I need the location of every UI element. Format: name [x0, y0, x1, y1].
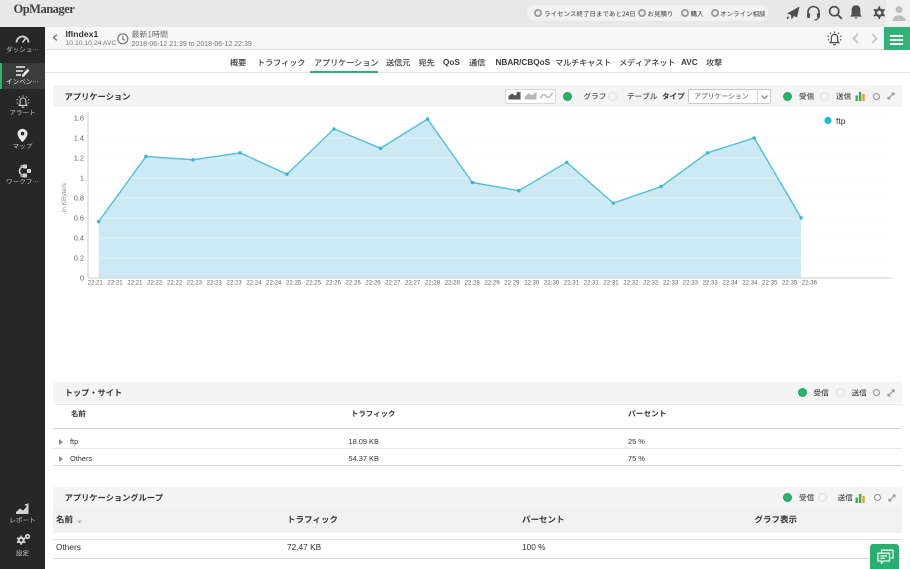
svg-text:1.4: 1.4 — [74, 133, 84, 142]
svg-text:22:25: 22:25 — [286, 280, 302, 287]
svg-text:1: 1 — [80, 173, 84, 182]
svg-text:22:32: 22:32 — [643, 280, 659, 287]
svg-text:0: 0 — [80, 273, 84, 282]
svg-text:22:27: 22:27 — [405, 280, 421, 287]
svg-text:in KByte/s: in KByte/s — [61, 183, 68, 212]
svg-text:22:29: 22:29 — [504, 280, 520, 287]
svg-text:22:23: 22:23 — [187, 280, 203, 287]
svg-text:22:34: 22:34 — [722, 280, 738, 287]
svg-text:22:26: 22:26 — [365, 280, 381, 287]
svg-text:22:24: 22:24 — [246, 280, 262, 287]
svg-text:22:26: 22:26 — [326, 280, 342, 287]
svg-text:22:36: 22:36 — [802, 280, 818, 287]
svg-text:22:34: 22:34 — [742, 280, 758, 287]
svg-text:1.6: 1.6 — [74, 113, 84, 122]
svg-text:22:33: 22:33 — [703, 280, 719, 287]
svg-text:22:21: 22:21 — [88, 280, 104, 287]
svg-text:0.6: 0.6 — [74, 213, 84, 222]
svg-text:22:23: 22:23 — [226, 280, 242, 287]
svg-text:22:35: 22:35 — [782, 280, 798, 287]
svg-text:0.8: 0.8 — [74, 193, 84, 202]
svg-text:22:33: 22:33 — [683, 280, 699, 287]
svg-text:22:28: 22:28 — [465, 280, 481, 287]
svg-text:22:30: 22:30 — [524, 280, 540, 287]
svg-text:22:35: 22:35 — [762, 280, 778, 287]
svg-text:0.4: 0.4 — [74, 233, 84, 242]
svg-text:22:27: 22:27 — [385, 280, 401, 287]
svg-text:0.2: 0.2 — [74, 253, 84, 262]
svg-text:22:31: 22:31 — [603, 280, 619, 287]
svg-text:22:33: 22:33 — [663, 280, 679, 287]
svg-text:22:28: 22:28 — [425, 280, 441, 287]
svg-text:ftp: ftp — [836, 116, 846, 126]
svg-text:22:32: 22:32 — [623, 280, 639, 287]
svg-text:22:22: 22:22 — [167, 280, 183, 287]
svg-text:22:24: 22:24 — [266, 280, 282, 287]
svg-text:22:31: 22:31 — [564, 280, 580, 287]
svg-text:22:28: 22:28 — [445, 280, 461, 287]
svg-text:22:30: 22:30 — [544, 280, 560, 287]
svg-text:22:21: 22:21 — [127, 280, 143, 287]
svg-text:1.2: 1.2 — [74, 153, 84, 162]
svg-text:22:31: 22:31 — [584, 280, 600, 287]
svg-text:22:29: 22:29 — [484, 280, 500, 287]
svg-text:22:22: 22:22 — [147, 280, 163, 287]
svg-text:22:25: 22:25 — [306, 280, 322, 287]
svg-text:22:26: 22:26 — [345, 280, 361, 287]
svg-text:22:21: 22:21 — [107, 280, 123, 287]
svg-text:22:23: 22:23 — [207, 280, 223, 287]
